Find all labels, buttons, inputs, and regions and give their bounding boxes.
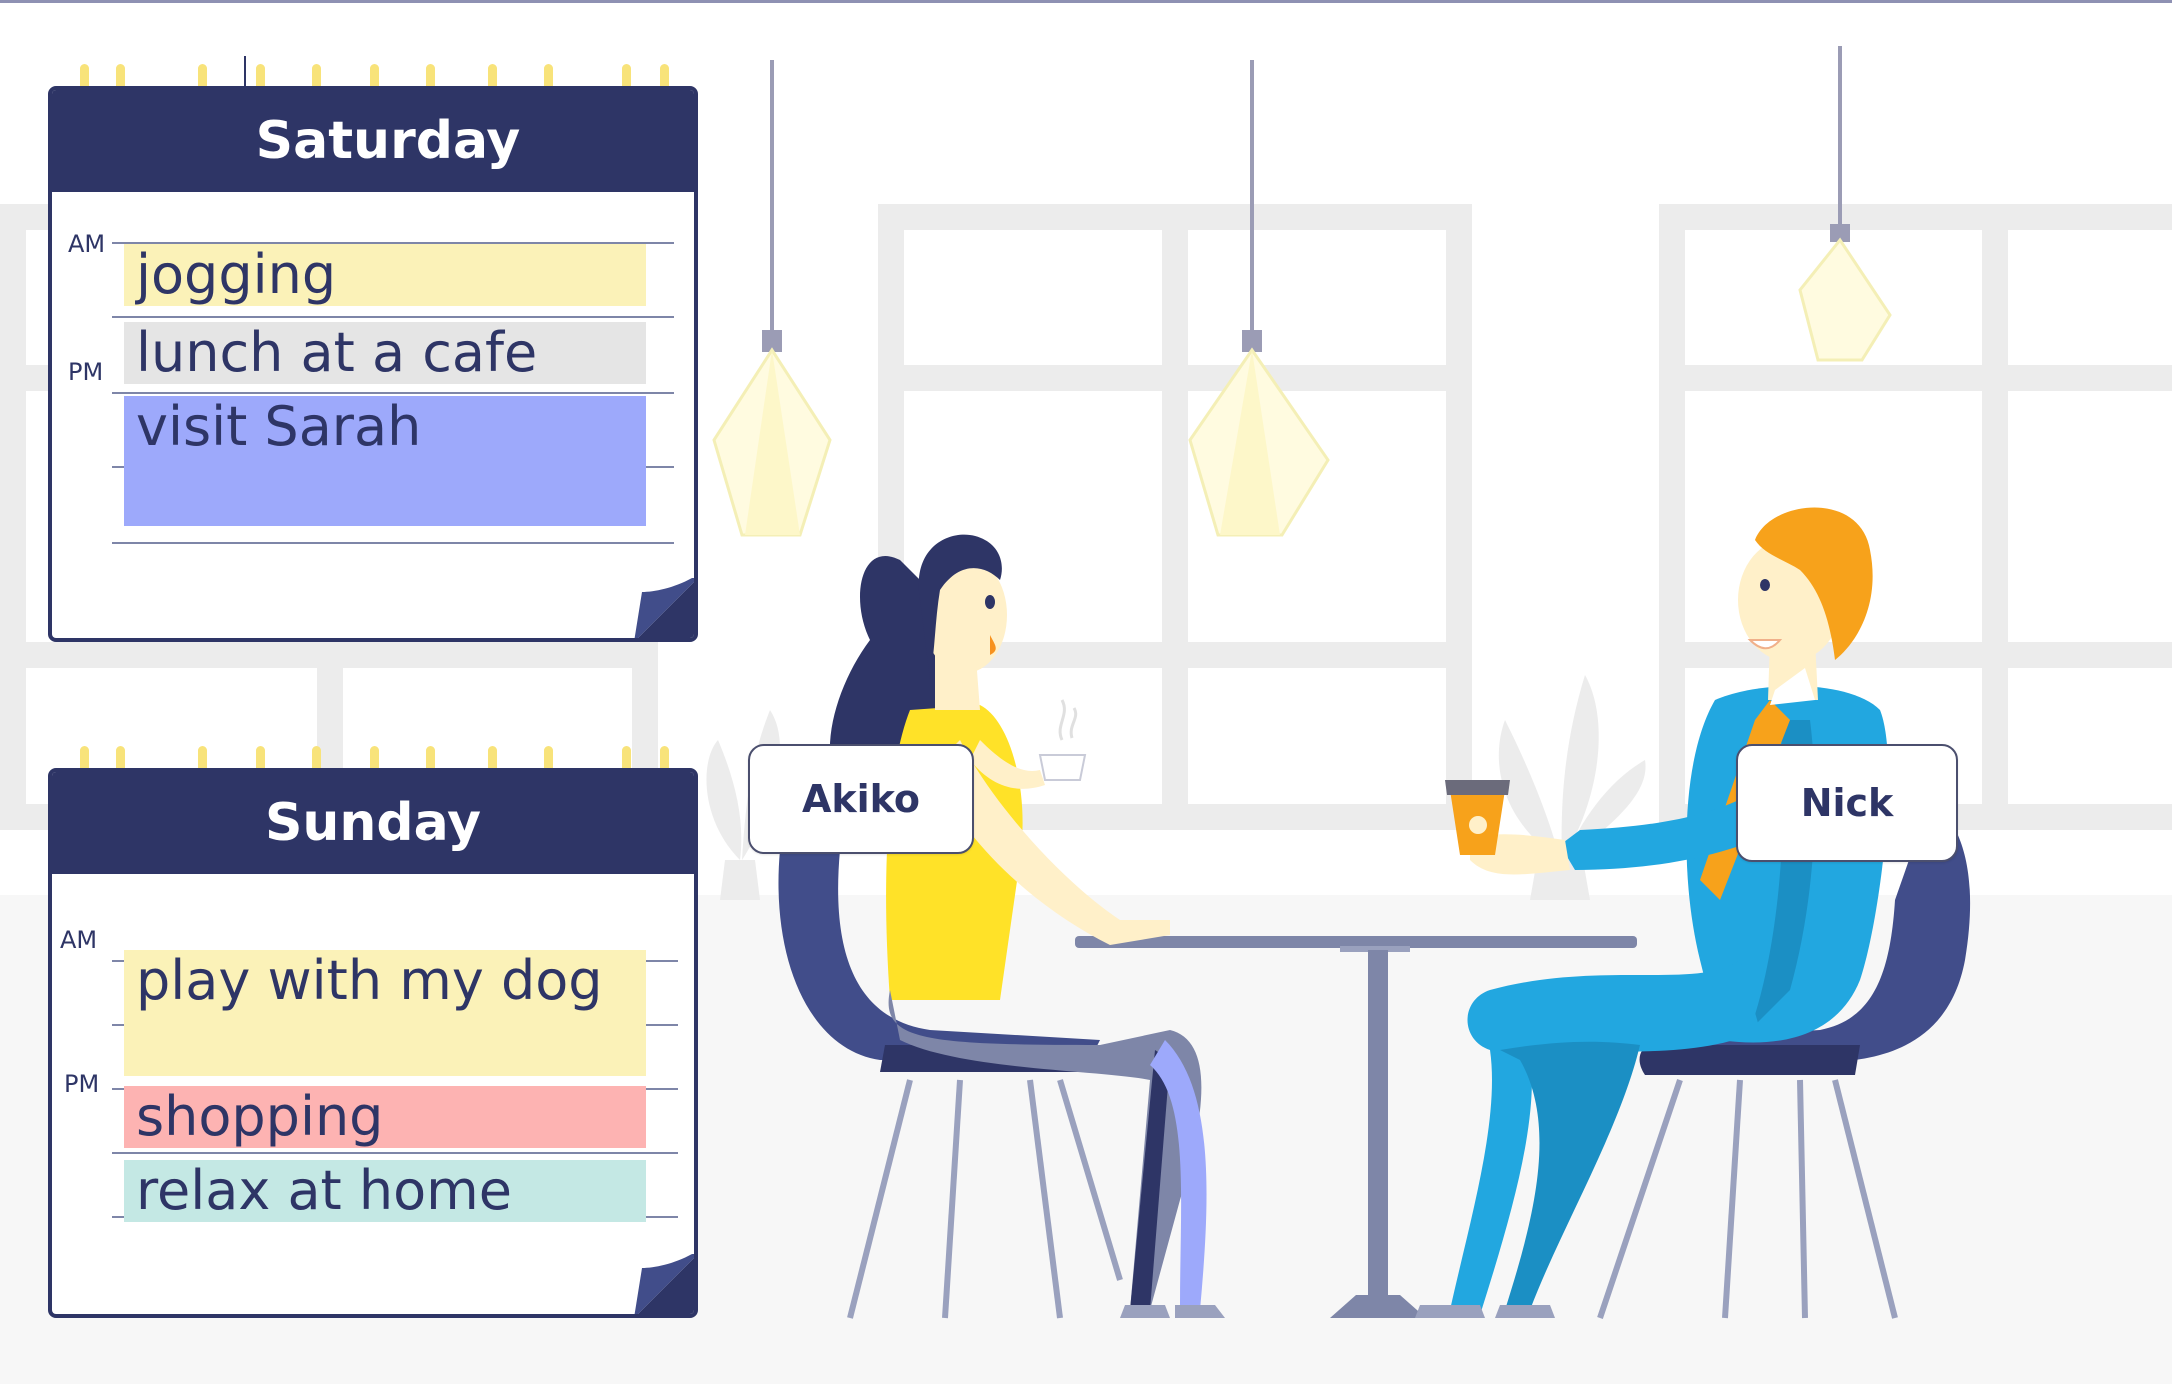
saturday-header: Saturday bbox=[52, 90, 694, 192]
nick-name-tag: Nick bbox=[1736, 744, 1958, 862]
akiko-name-tag: Akiko bbox=[748, 744, 974, 854]
saturday-entry: visit Sarah bbox=[124, 396, 646, 526]
sunday-am-label: AM bbox=[60, 926, 98, 954]
page-curl-icon bbox=[634, 1254, 694, 1314]
pendant-lamp-1 bbox=[712, 60, 832, 537]
pendant-lamp-2 bbox=[1188, 60, 1330, 537]
saturday-pm-label: PM bbox=[68, 358, 104, 386]
sunday-header: Sunday bbox=[52, 772, 694, 874]
sunday-entry: relax at home bbox=[124, 1160, 646, 1222]
sunday-calendar: Sunday AM PM play with my dog shopping r… bbox=[48, 768, 698, 1318]
pendant-lamp-3 bbox=[1798, 46, 1892, 362]
saturday-entry: lunch at a cafe bbox=[124, 322, 646, 384]
page-curl-icon bbox=[634, 578, 694, 638]
saturday-am-label: AM bbox=[68, 230, 106, 258]
saturday-entry: jogging bbox=[124, 244, 646, 306]
saturday-calendar: Saturday AM PM jogging lunch at a cafe v… bbox=[48, 86, 698, 642]
sunday-entry: play with my dog bbox=[124, 950, 646, 1076]
sunday-pm-label: PM bbox=[64, 1070, 100, 1098]
sunday-entry: shopping bbox=[124, 1086, 646, 1148]
